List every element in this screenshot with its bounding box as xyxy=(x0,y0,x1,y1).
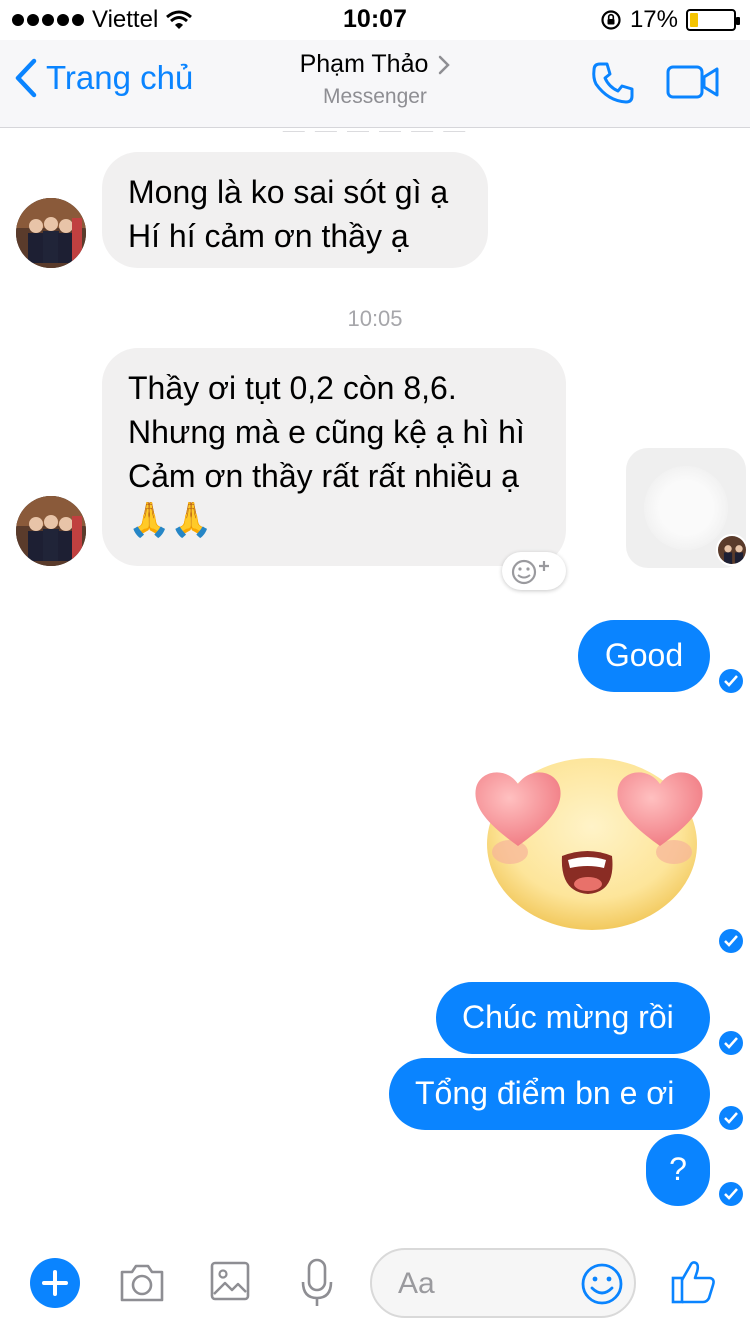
chevron-right-icon xyxy=(439,55,451,74)
sent-check-icon xyxy=(719,1182,743,1206)
battery-icon xyxy=(686,9,740,31)
battery-percent: 17% xyxy=(629,6,678,33)
message-line: 🙏🙏 xyxy=(128,501,213,539)
heart-eyes-emoji[interactable] xyxy=(470,734,710,934)
rotation-lock-icon xyxy=(601,10,621,30)
message-line: Thầy ơi tụt 0,2 còn 8,6. xyxy=(128,370,457,406)
contact-avatar[interactable] xyxy=(16,198,86,268)
incoming-message-bubble[interactable]: Mong là ko sai sót gì ạ Hí hí cảm ơn thầ… xyxy=(102,152,488,268)
contact-subtitle: Messenger xyxy=(323,85,427,108)
loading-ring xyxy=(644,466,728,550)
clipped-timestamp: ▬ ▬ ▬ ▬ ▬ ▬ xyxy=(282,118,468,132)
conversation-header: Trang chủ Phạm Thảo Messenger xyxy=(0,40,750,128)
outgoing-message-bubble[interactable]: Tổng điểm bn e ơi xyxy=(389,1058,710,1130)
seen-indicator-card xyxy=(626,448,748,568)
incoming-message-bubble[interactable]: Thầy ơi tụt 0,2 còn 8,6. Nhưng mà e cũng… xyxy=(102,348,566,566)
message-text: Good xyxy=(604,637,684,673)
seen-avatar xyxy=(716,534,748,566)
contact-name: Phạm Thảo xyxy=(299,50,429,78)
emoji-picker-icon[interactable] xyxy=(580,1262,624,1306)
status-right-group: 17% xyxy=(600,6,740,34)
thumbs-up-icon[interactable] xyxy=(670,1258,718,1306)
message-input-box xyxy=(370,1248,636,1318)
outgoing-message-bubble[interactable]: Chúc mừng rồi xyxy=(436,982,710,1054)
message-timestamp: 10:05 xyxy=(347,306,403,331)
message-text: Tổng điểm bn e ơi xyxy=(415,1075,675,1111)
message-line: Nhưng mà e cũng kệ ạ hì hì xyxy=(128,414,525,450)
sent-check-icon xyxy=(719,669,743,693)
status-bar: Viettel 10:07 17% xyxy=(0,0,750,40)
message-line: Mong là ko sai sót gì ạ xyxy=(128,174,449,210)
message-text: Chúc mừng rồi xyxy=(462,999,674,1035)
camera-icon[interactable] xyxy=(118,1262,166,1304)
message-line: Cảm ơn thầy rất rất nhiều ạ xyxy=(128,458,519,494)
sent-check-icon xyxy=(719,929,743,953)
contact-avatar[interactable] xyxy=(16,496,86,566)
video-call-icon[interactable] xyxy=(666,64,720,100)
contact-title-group[interactable]: Phạm Thảo Messenger xyxy=(0,50,750,109)
microphone-icon[interactable] xyxy=(300,1258,334,1308)
add-reaction-button[interactable] xyxy=(502,552,566,590)
photo-gallery-icon[interactable] xyxy=(210,1260,250,1302)
outgoing-message-bubble[interactable]: Good xyxy=(578,620,710,692)
message-text: ? xyxy=(669,1151,687,1187)
sent-check-icon xyxy=(719,1106,743,1130)
composer-toolbar xyxy=(0,1234,750,1334)
phone-call-icon[interactable] xyxy=(590,60,636,106)
outgoing-message-bubble[interactable]: ? xyxy=(646,1134,710,1206)
smiley-plus-icon xyxy=(511,559,549,585)
message-line: Hí hí cảm ơn thầy ạ xyxy=(128,218,409,254)
more-actions-button[interactable] xyxy=(30,1258,80,1308)
message-input[interactable] xyxy=(398,1264,578,1304)
sent-check-icon xyxy=(719,1031,743,1055)
